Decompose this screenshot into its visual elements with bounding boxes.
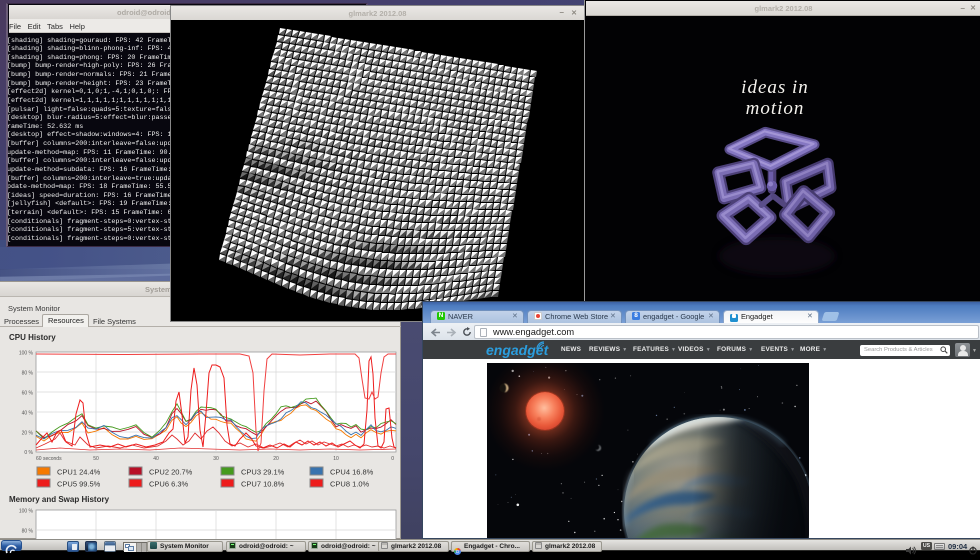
svg-text:30: 30 (213, 456, 219, 462)
svg-text:80 %: 80 % (22, 371, 34, 377)
svg-text:60 %: 60 % (22, 391, 34, 397)
svg-text:CPU1 24.4%: CPU1 24.4% (57, 468, 101, 477)
svg-text:100 %: 100 % (19, 351, 34, 357)
svg-text:CPU5 99.5%: CPU5 99.5% (57, 480, 101, 489)
svg-text:40: 40 (153, 456, 159, 462)
svg-text:CPU6 6.3%: CPU6 6.3% (149, 480, 189, 489)
svg-text:80 %: 80 % (22, 529, 34, 535)
svg-text:CPU3 29.1%: CPU3 29.1% (241, 468, 285, 477)
svg-text:10: 10 (333, 456, 339, 462)
svg-text:Memory and Swap History: Memory and Swap History (9, 495, 110, 504)
svg-text:20: 20 (273, 456, 279, 462)
svg-text:60 seconds: 60 seconds (36, 456, 62, 462)
svg-text:50: 50 (93, 456, 99, 462)
svg-text:CPU8 1.0%: CPU8 1.0% (330, 480, 370, 489)
svg-text:CPU7 10.8%: CPU7 10.8% (241, 480, 285, 489)
svg-text:40 %: 40 % (22, 411, 34, 417)
svg-text:100 %: 100 % (19, 509, 34, 515)
svg-text:0: 0 (391, 456, 394, 462)
svg-text:CPU2 20.7%: CPU2 20.7% (149, 468, 193, 477)
svg-text:20 %: 20 % (22, 431, 34, 437)
svg-text:0 %: 0 % (24, 450, 33, 456)
svg-text:CPU4 16.8%: CPU4 16.8% (330, 468, 374, 477)
